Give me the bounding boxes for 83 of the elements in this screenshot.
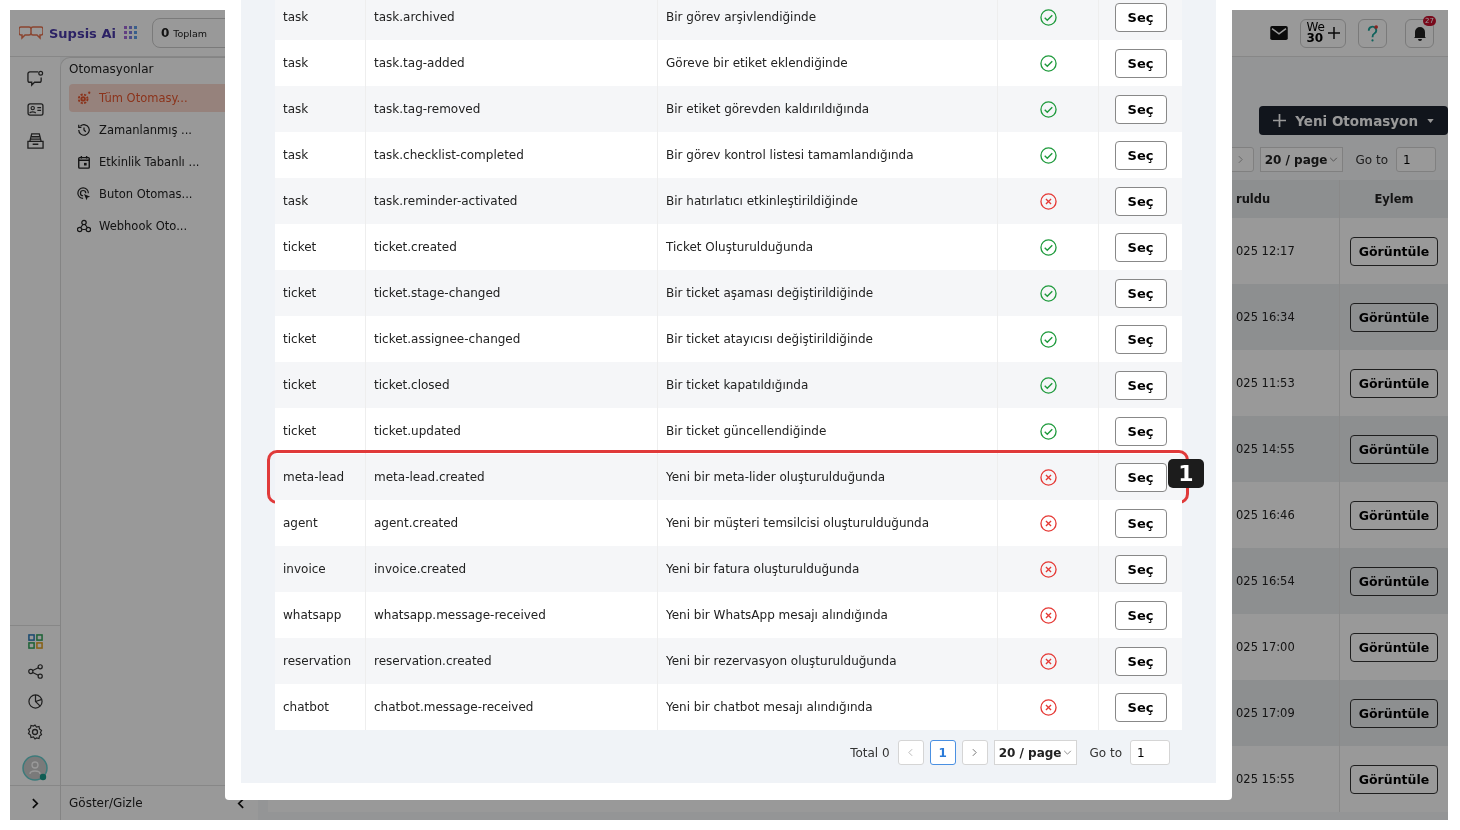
table-cell: 025 17:09 <box>1236 706 1295 720</box>
plus-icon <box>1273 114 1287 127</box>
table-cell: chatbot.message-received <box>366 684 658 730</box>
sidebar-item[interactable]: Buton Otomas... <box>69 180 258 208</box>
table-cell: 025 16:54 <box>1236 574 1295 588</box>
caret-icon <box>1427 118 1434 123</box>
goto-page-input[interactable]: 1 <box>1130 740 1170 765</box>
select-button[interactable]: Seç <box>1114 692 1167 722</box>
table-cell: 025 16:46 <box>1236 508 1295 522</box>
view-button[interactable]: Görüntüle <box>1349 368 1439 398</box>
select-button[interactable]: Seç <box>1114 48 1167 78</box>
goto-label: Go to <box>1089 745 1122 760</box>
table-cell: 025 14:55 <box>1236 442 1295 456</box>
page-button[interactable]: 1 <box>929 740 956 765</box>
select-button[interactable]: Seç <box>1114 2 1167 32</box>
table-cell: 025 17:00 <box>1236 640 1295 654</box>
avatar-icon[interactable] <box>22 755 48 781</box>
select-button[interactable]: Seç <box>1114 554 1167 584</box>
view-button[interactable]: Görüntüle <box>1349 434 1439 464</box>
page-size-select[interactable]: 20 / page <box>993 740 1078 765</box>
view-button[interactable]: Görüntüle <box>1349 566 1439 596</box>
view-button[interactable]: Görüntüle <box>1349 302 1439 332</box>
help-button[interactable] <box>1358 18 1387 48</box>
table-cell: chatbot <box>275 684 366 730</box>
gear-icon <box>77 91 91 105</box>
history-icon <box>77 123 91 137</box>
select-button[interactable]: Seç <box>1114 600 1167 630</box>
sidebar-item[interactable]: Webhook Oto... <box>69 212 258 240</box>
mail-icon[interactable] <box>1270 26 1289 40</box>
view-button[interactable]: Görüntüle <box>1349 632 1439 662</box>
select-button[interactable]: Seç <box>1114 186 1167 216</box>
chevron-right-icon <box>1238 155 1244 164</box>
logo-icon <box>19 25 43 41</box>
settings-icon[interactable] <box>27 724 43 740</box>
sidebar-item[interactable]: Zamanlanmış ... <box>69 116 258 144</box>
select-button[interactable]: Seç <box>1114 140 1167 170</box>
select-button[interactable]: Seç <box>1114 232 1167 262</box>
callout-badge: 1 <box>1168 459 1204 488</box>
view-button[interactable]: Görüntüle <box>1349 500 1439 530</box>
plus-icon <box>1328 27 1340 39</box>
column-header: Eylem <box>1373 192 1415 206</box>
logo-text: Supsis Ai <box>49 25 116 41</box>
select-button[interactable]: Seç <box>1114 278 1167 308</box>
dashboard-icon[interactable] <box>27 634 43 649</box>
show-hide-toggle[interactable]: Göster/Gizle <box>69 796 143 810</box>
inbox-tray-icon[interactable] <box>26 132 44 149</box>
chevron-left-icon <box>908 748 914 757</box>
table-cell: 025 15:55 <box>1236 772 1295 786</box>
expand-icon[interactable] <box>31 797 39 809</box>
new-automation-button[interactable]: Yeni Otomasyon <box>1259 106 1448 135</box>
table-cell: 025 11:53 <box>1236 376 1295 390</box>
select-button[interactable]: Seç <box>1114 416 1167 446</box>
share-icon[interactable] <box>27 664 43 679</box>
select-button[interactable]: Seç <box>1114 508 1167 538</box>
cursor-click-icon <box>77 187 91 201</box>
sidebar-title: Otomasyonlar <box>68 62 155 78</box>
webhook-icon <box>77 219 91 233</box>
help-icon <box>1367 24 1378 42</box>
total-count: Total 0 <box>850 745 890 760</box>
view-button[interactable]: Görüntüle <box>1349 236 1439 266</box>
table-cell: 025 16:34 <box>1236 310 1295 324</box>
chevron-down-icon <box>1063 750 1073 755</box>
select-button[interactable]: Seç <box>1114 370 1167 400</box>
select-button[interactable]: Seç <box>1114 324 1167 354</box>
goto-page-input[interactable]: 1 <box>1396 147 1436 172</box>
table-cell: 025 12:17 <box>1236 244 1295 258</box>
chat-icon[interactable] <box>26 70 44 87</box>
select-button[interactable]: Seç <box>1114 646 1167 676</box>
sidebar-item[interactable]: Etkinlik Tabanlı ... <box>69 148 258 176</box>
view-button[interactable]: Görüntüle <box>1349 764 1439 794</box>
chevron-down-icon <box>1329 157 1339 162</box>
chevron-right-icon <box>972 748 978 757</box>
page-size-select[interactable]: 20 / page <box>1259 147 1344 172</box>
workspace-chip[interactable]: We 30 <box>1300 18 1346 48</box>
calendar-icon <box>77 155 91 169</box>
apps-grid-icon[interactable] <box>123 26 138 40</box>
select-button[interactable]: Seç <box>1114 462 1167 492</box>
goto-label: Go to <box>1355 152 1388 167</box>
table-cell: Yeni bir chatbot mesajı alındığında <box>658 684 998 730</box>
pie-chart-icon[interactable] <box>27 694 43 709</box>
view-button[interactable]: Görüntüle <box>1349 698 1439 728</box>
contact-card-icon[interactable] <box>26 103 44 116</box>
select-button[interactable]: Seç <box>1114 94 1167 124</box>
